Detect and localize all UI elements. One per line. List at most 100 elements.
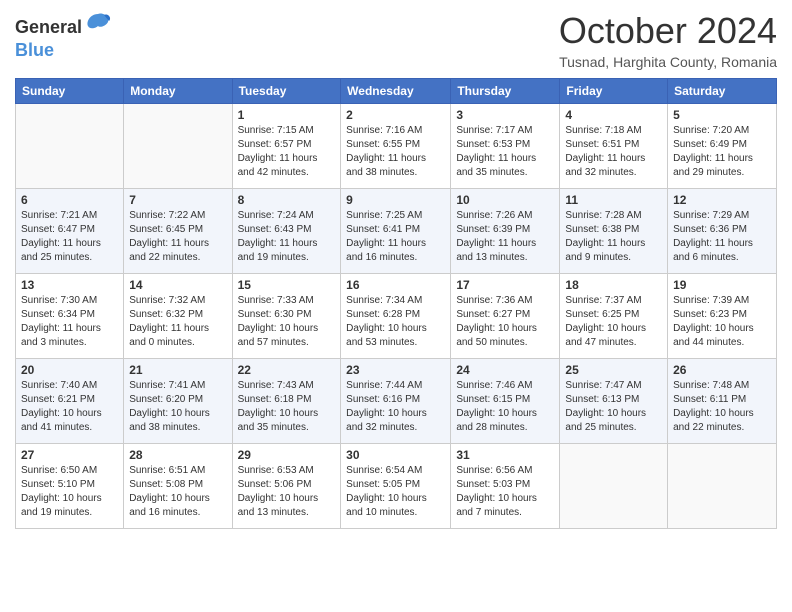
table-row: 19Sunrise: 7:39 AM Sunset: 6:23 PM Dayli… xyxy=(668,274,777,359)
table-row: 14 Sunrise: 7:32 AM Sunset: 6:32 PM Dayli… xyxy=(124,274,232,359)
table-row: 31 Sunrise: 6:56 AM Sunset: 5:03 PM Dayli… xyxy=(451,444,560,529)
day-info: Sunrise: 7:32 AM Sunset: 6:32 PM Dayligh… xyxy=(129,294,226,350)
table-row: 20 Sunrise: 7:40 AM Sunset: 6:21 PM Dayli… xyxy=(16,359,124,444)
header-saturday: Saturday xyxy=(668,79,777,104)
header-wednesday: Wednesday xyxy=(341,79,451,104)
day-info: Sunrise: 7:34 AM Sunset: 6:28 PM Dayligh… xyxy=(346,294,445,350)
table-row: 25 Sunrise: 7:47 AM Sunset: 6:13 PM Dayli… xyxy=(560,359,668,444)
header: General Blue October 2024 Tusnad, Harghi… xyxy=(15,10,777,70)
calendar-week-row: 27 Sunrise: 6:50 AM Sunset: 5:10 PM Dayli… xyxy=(16,444,777,529)
calendar-page: General Blue October 2024 Tusnad, Harghi… xyxy=(0,0,792,612)
table-row: 11 Sunrise: 7:28 AM Sunset: 6:38 PM Dayli… xyxy=(560,189,668,274)
day-info: Sunrise: 6:56 AM Sunset: 5:03 PM Dayligh… xyxy=(456,464,554,520)
day-number: 9 xyxy=(346,193,445,207)
day-info: Sunrise: 7:18 AM Sunset: 6:51 PM Dayligh… xyxy=(565,124,662,180)
day-info: Sunrise: 7:30 AM Sunset: 6:34 PM Dayligh… xyxy=(21,294,118,350)
day-number: 11 xyxy=(565,193,662,207)
calendar-week-row: 6Sunrise: 7:21 AM Sunset: 6:47 PM Daylig… xyxy=(16,189,777,274)
day-number: 12 xyxy=(673,193,771,207)
day-number: 6 xyxy=(21,193,118,207)
table-row xyxy=(560,444,668,529)
day-number: 13 xyxy=(21,278,118,292)
day-info: Sunrise: 6:50 AM Sunset: 5:10 PM Dayligh… xyxy=(21,464,118,520)
table-row: 17 Sunrise: 7:36 AM Sunset: 6:27 PM Dayli… xyxy=(451,274,560,359)
logo: General Blue xyxy=(15,10,112,61)
day-number: 10 xyxy=(456,193,554,207)
day-info: Sunrise: 6:51 AM Sunset: 5:08 PM Dayligh… xyxy=(129,464,226,520)
day-info: Sunrise: 7:20 AM Sunset: 6:49 PM Dayligh… xyxy=(673,124,771,180)
table-row: 5 Sunrise: 7:20 AM Sunset: 6:49 PM Daylig… xyxy=(668,104,777,189)
table-row: 2 Sunrise: 7:16 AM Sunset: 6:55 PM Daylig… xyxy=(341,104,451,189)
day-info: Sunrise: 7:36 AM Sunset: 6:27 PM Dayligh… xyxy=(456,294,554,350)
day-info: Sunrise: 7:29 AM Sunset: 6:36 PM Dayligh… xyxy=(673,209,771,265)
table-row: 21 Sunrise: 7:41 AM Sunset: 6:20 PM Dayli… xyxy=(124,359,232,444)
day-info: Sunrise: 6:54 AM Sunset: 5:05 PM Dayligh… xyxy=(346,464,445,520)
table-row: 29Sunrise: 6:53 AM Sunset: 5:06 PM Dayli… xyxy=(232,444,341,529)
day-number: 19 xyxy=(673,278,771,292)
day-number: 2 xyxy=(346,108,445,122)
calendar-week-row: 13 Sunrise: 7:30 AM Sunset: 6:34 PM Dayli… xyxy=(16,274,777,359)
day-info: Sunrise: 7:41 AM Sunset: 6:20 PM Dayligh… xyxy=(129,379,226,435)
day-number: 30 xyxy=(346,448,445,462)
table-row: 24 Sunrise: 7:46 AM Sunset: 6:15 PM Dayli… xyxy=(451,359,560,444)
day-number: 14 xyxy=(129,278,226,292)
table-row: 1 Sunrise: 7:15 AM Sunset: 6:57 PM Daylig… xyxy=(232,104,341,189)
day-info: Sunrise: 7:28 AM Sunset: 6:38 PM Dayligh… xyxy=(565,209,662,265)
calendar-week-row: 1 Sunrise: 7:15 AM Sunset: 6:57 PM Daylig… xyxy=(16,104,777,189)
day-number: 17 xyxy=(456,278,554,292)
table-row: 27 Sunrise: 6:50 AM Sunset: 5:10 PM Dayli… xyxy=(16,444,124,529)
day-info: Sunrise: 7:25 AM Sunset: 6:41 PM Dayligh… xyxy=(346,209,445,265)
table-row: 4Sunrise: 7:18 AM Sunset: 6:51 PM Daylig… xyxy=(560,104,668,189)
day-info: Sunrise: 7:43 AM Sunset: 6:18 PM Dayligh… xyxy=(238,379,336,435)
day-info: Sunrise: 7:47 AM Sunset: 6:13 PM Dayligh… xyxy=(565,379,662,435)
calendar-table: Sunday Monday Tuesday Wednesday Thursday… xyxy=(15,78,777,529)
table-row: 3Sunrise: 7:17 AM Sunset: 6:53 PM Daylig… xyxy=(451,104,560,189)
table-row: 16 Sunrise: 7:34 AM Sunset: 6:28 PM Dayli… xyxy=(341,274,451,359)
day-number: 26 xyxy=(673,363,771,377)
table-row: 26Sunrise: 7:48 AM Sunset: 6:11 PM Dayli… xyxy=(668,359,777,444)
day-number: 1 xyxy=(238,108,336,122)
header-monday: Monday xyxy=(124,79,232,104)
day-number: 25 xyxy=(565,363,662,377)
table-row: 30 Sunrise: 6:54 AM Sunset: 5:05 PM Dayli… xyxy=(341,444,451,529)
header-tuesday: Tuesday xyxy=(232,79,341,104)
day-info: Sunrise: 7:46 AM Sunset: 6:15 PM Dayligh… xyxy=(456,379,554,435)
weekday-header-row: Sunday Monday Tuesday Wednesday Thursday… xyxy=(16,79,777,104)
table-row: 8 Sunrise: 7:24 AM Sunset: 6:43 PM Daylig… xyxy=(232,189,341,274)
table-row: 28 Sunrise: 6:51 AM Sunset: 5:08 PM Dayli… xyxy=(124,444,232,529)
day-info: Sunrise: 7:24 AM Sunset: 6:43 PM Dayligh… xyxy=(238,209,336,265)
day-number: 20 xyxy=(21,363,118,377)
day-info: Sunrise: 7:37 AM Sunset: 6:25 PM Dayligh… xyxy=(565,294,662,350)
logo-bird-icon xyxy=(84,10,112,44)
day-info: Sunrise: 7:40 AM Sunset: 6:21 PM Dayligh… xyxy=(21,379,118,435)
table-row: 9 Sunrise: 7:25 AM Sunset: 6:41 PM Daylig… xyxy=(341,189,451,274)
day-number: 28 xyxy=(129,448,226,462)
day-info: Sunrise: 7:26 AM Sunset: 6:39 PM Dayligh… xyxy=(456,209,554,265)
table-row: 18 Sunrise: 7:37 AM Sunset: 6:25 PM Dayli… xyxy=(560,274,668,359)
day-number: 3 xyxy=(456,108,554,122)
logo-blue-text: Blue xyxy=(15,40,54,61)
location-title: Tusnad, Harghita County, Romania xyxy=(559,54,777,70)
day-info: Sunrise: 7:15 AM Sunset: 6:57 PM Dayligh… xyxy=(238,124,336,180)
day-number: 18 xyxy=(565,278,662,292)
day-number: 23 xyxy=(346,363,445,377)
table-row: 15Sunrise: 7:33 AM Sunset: 6:30 PM Dayli… xyxy=(232,274,341,359)
day-number: 27 xyxy=(21,448,118,462)
day-info: Sunrise: 6:53 AM Sunset: 5:06 PM Dayligh… xyxy=(238,464,336,520)
day-info: Sunrise: 7:44 AM Sunset: 6:16 PM Dayligh… xyxy=(346,379,445,435)
day-info: Sunrise: 7:16 AM Sunset: 6:55 PM Dayligh… xyxy=(346,124,445,180)
day-number: 22 xyxy=(238,363,336,377)
day-number: 21 xyxy=(129,363,226,377)
day-number: 24 xyxy=(456,363,554,377)
table-row xyxy=(16,104,124,189)
month-title: October 2024 xyxy=(559,10,777,52)
day-info: Sunrise: 7:33 AM Sunset: 6:30 PM Dayligh… xyxy=(238,294,336,350)
calendar-week-row: 20 Sunrise: 7:40 AM Sunset: 6:21 PM Dayli… xyxy=(16,359,777,444)
day-number: 31 xyxy=(456,448,554,462)
day-number: 5 xyxy=(673,108,771,122)
day-info: Sunrise: 7:22 AM Sunset: 6:45 PM Dayligh… xyxy=(129,209,226,265)
day-number: 16 xyxy=(346,278,445,292)
day-number: 8 xyxy=(238,193,336,207)
logo-general-text: General xyxy=(15,17,82,38)
header-sunday: Sunday xyxy=(16,79,124,104)
